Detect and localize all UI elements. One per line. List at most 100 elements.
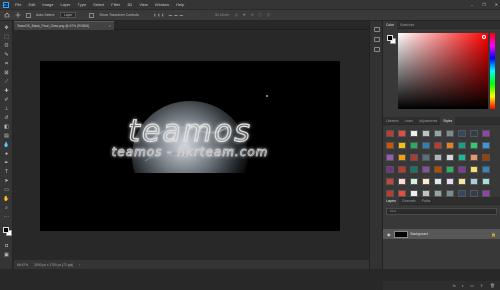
style-swatch[interactable] bbox=[398, 154, 406, 161]
style-swatch[interactable] bbox=[446, 178, 454, 185]
style-swatch[interactable] bbox=[458, 154, 466, 161]
delete-layer-icon[interactable]: 🗑 bbox=[490, 283, 495, 288]
menu-select[interactable]: Select bbox=[93, 2, 104, 7]
style-swatch[interactable] bbox=[446, 166, 454, 173]
clone-stamp-tool-icon[interactable]: ⊥ bbox=[3, 106, 10, 112]
screen-mode-icon[interactable]: ▣ bbox=[3, 252, 10, 258]
style-swatch[interactable] bbox=[470, 130, 478, 137]
style-swatch[interactable] bbox=[458, 190, 466, 197]
color-picker-field[interactable] bbox=[398, 33, 488, 109]
style-swatch[interactable] bbox=[386, 130, 394, 137]
auto-select-checkbox[interactable] bbox=[26, 12, 31, 18]
3d-mode-icons[interactable]: ◎ ✥ ⟲ ▢ ◫ bbox=[235, 13, 272, 17]
style-swatch[interactable] bbox=[422, 130, 430, 137]
color-picker-cursor[interactable] bbox=[482, 35, 486, 39]
style-swatch[interactable] bbox=[410, 154, 418, 161]
style-swatch[interactable] bbox=[422, 178, 430, 185]
layers-filter-input[interactable]: Kind bbox=[386, 208, 497, 215]
style-swatch[interactable] bbox=[398, 130, 406, 137]
menu-edit[interactable]: Edit bbox=[28, 2, 35, 7]
style-swatch[interactable] bbox=[458, 130, 466, 137]
path-select-tool-icon[interactable]: ➤ bbox=[3, 178, 10, 184]
blur-tool-icon[interactable]: 💧 bbox=[3, 142, 10, 148]
style-swatch[interactable] bbox=[458, 166, 466, 173]
style-swatch[interactable] bbox=[386, 142, 394, 149]
document-tab[interactable]: TeamOS_Black_Final_Glow.png @ 67% (RGB/8… bbox=[14, 21, 114, 30]
style-swatch[interactable] bbox=[410, 130, 418, 137]
style-swatch[interactable] bbox=[446, 190, 454, 197]
eyedropper-tool-icon[interactable]: ⟋ bbox=[3, 79, 10, 85]
foreground-color-swatch[interactable] bbox=[3, 227, 9, 233]
close-button[interactable]: ✕ bbox=[495, 2, 498, 7]
more-tools-icon[interactable]: ··· bbox=[3, 214, 10, 220]
style-swatch[interactable] bbox=[482, 154, 490, 161]
tab-swatches[interactable]: Swatches bbox=[397, 21, 417, 29]
style-swatch[interactable] bbox=[434, 142, 442, 149]
menu-layer[interactable]: Layer bbox=[60, 2, 70, 7]
hand-tool-icon[interactable]: ✋ bbox=[3, 196, 10, 202]
brush-tool-icon[interactable]: ✐ bbox=[3, 97, 10, 103]
tab-channels[interactable]: Channels bbox=[399, 197, 419, 205]
layer-row[interactable]: ◉ Background 🔒 bbox=[383, 229, 500, 239]
layer-name[interactable]: Background bbox=[411, 232, 429, 236]
style-swatch[interactable] bbox=[434, 154, 442, 161]
new-layer-icon[interactable]: ＋ bbox=[480, 283, 484, 289]
style-swatch[interactable] bbox=[470, 190, 478, 197]
panel-foreground-swatch[interactable] bbox=[387, 35, 393, 41]
menu-view[interactable]: View bbox=[139, 2, 148, 7]
close-tab-icon[interactable]: × bbox=[109, 22, 111, 30]
style-swatch[interactable] bbox=[482, 166, 490, 173]
type-tool-icon[interactable]: T bbox=[3, 169, 10, 175]
photoshop-logo[interactable]: Ps bbox=[3, 1, 9, 8]
style-swatch[interactable] bbox=[422, 142, 430, 149]
home-icon[interactable] bbox=[4, 12, 10, 18]
document-canvas[interactable]: teamos teamos - hkrteam.com bbox=[40, 61, 340, 231]
lock-icon[interactable]: 🔒 bbox=[491, 232, 496, 237]
style-swatch[interactable] bbox=[410, 166, 418, 173]
hue-slider[interactable] bbox=[490, 33, 495, 109]
tab-learn[interactable]: Learn bbox=[402, 117, 416, 125]
style-swatch[interactable] bbox=[482, 142, 490, 149]
menu-3d[interactable]: 3D bbox=[127, 2, 132, 7]
quick-mask-icon[interactable]: ◘ bbox=[3, 243, 10, 249]
style-swatch[interactable] bbox=[410, 178, 418, 185]
style-swatch[interactable] bbox=[470, 178, 478, 185]
style-swatch[interactable] bbox=[458, 178, 466, 185]
style-swatch[interactable] bbox=[458, 142, 466, 149]
style-swatch[interactable] bbox=[386, 178, 394, 185]
layer-style-icon[interactable]: fx bbox=[453, 283, 456, 288]
properties-panel-icon[interactable] bbox=[374, 37, 380, 42]
menu-file[interactable]: File bbox=[15, 2, 21, 7]
tab-color[interactable]: Color bbox=[383, 20, 397, 29]
style-swatch[interactable] bbox=[482, 190, 490, 197]
tab-libraries[interactable]: Libraries bbox=[383, 117, 402, 125]
style-swatch[interactable] bbox=[386, 166, 394, 173]
quick-select-tool-icon[interactable]: ✎ bbox=[3, 52, 10, 58]
paragraph-panel-icon[interactable] bbox=[374, 47, 380, 52]
style-swatch[interactable] bbox=[398, 178, 406, 185]
style-swatch[interactable] bbox=[422, 154, 430, 161]
style-swatch[interactable] bbox=[434, 178, 442, 185]
history-panel-icon[interactable] bbox=[374, 27, 380, 32]
style-swatch[interactable] bbox=[482, 130, 490, 137]
auto-select-dropdown[interactable]: Layer bbox=[60, 12, 77, 18]
menu-image[interactable]: Image bbox=[42, 2, 53, 7]
tab-styles[interactable]: Styles bbox=[440, 116, 456, 125]
style-swatch[interactable] bbox=[470, 142, 478, 149]
maximize-button[interactable]: ❐ bbox=[482, 2, 486, 7]
crop-tool-icon[interactable]: ⌗ bbox=[3, 61, 10, 67]
status-arrow-icon[interactable]: › bbox=[79, 263, 80, 267]
style-swatch[interactable] bbox=[398, 166, 406, 173]
align-icons[interactable]: ▮▮▮ ▬▬▬ ··· bbox=[154, 13, 198, 17]
lasso-tool-icon[interactable]: ʘ bbox=[3, 43, 10, 49]
tab-layers[interactable]: Layers bbox=[383, 196, 399, 205]
shape-tool-icon[interactable]: ▭ bbox=[3, 187, 10, 193]
zoom-level[interactable]: 66.67% bbox=[17, 263, 28, 267]
eraser-tool-icon[interactable]: ◧ bbox=[3, 124, 10, 130]
show-transform-checkbox[interactable] bbox=[89, 12, 95, 18]
pen-tool-icon[interactable]: ✒ bbox=[3, 160, 10, 166]
visibility-eye-icon[interactable]: ◉ bbox=[387, 232, 391, 237]
style-swatch[interactable] bbox=[410, 142, 418, 149]
dodge-tool-icon[interactable]: ● bbox=[3, 151, 10, 157]
history-brush-tool-icon[interactable]: ↺ bbox=[3, 115, 10, 121]
